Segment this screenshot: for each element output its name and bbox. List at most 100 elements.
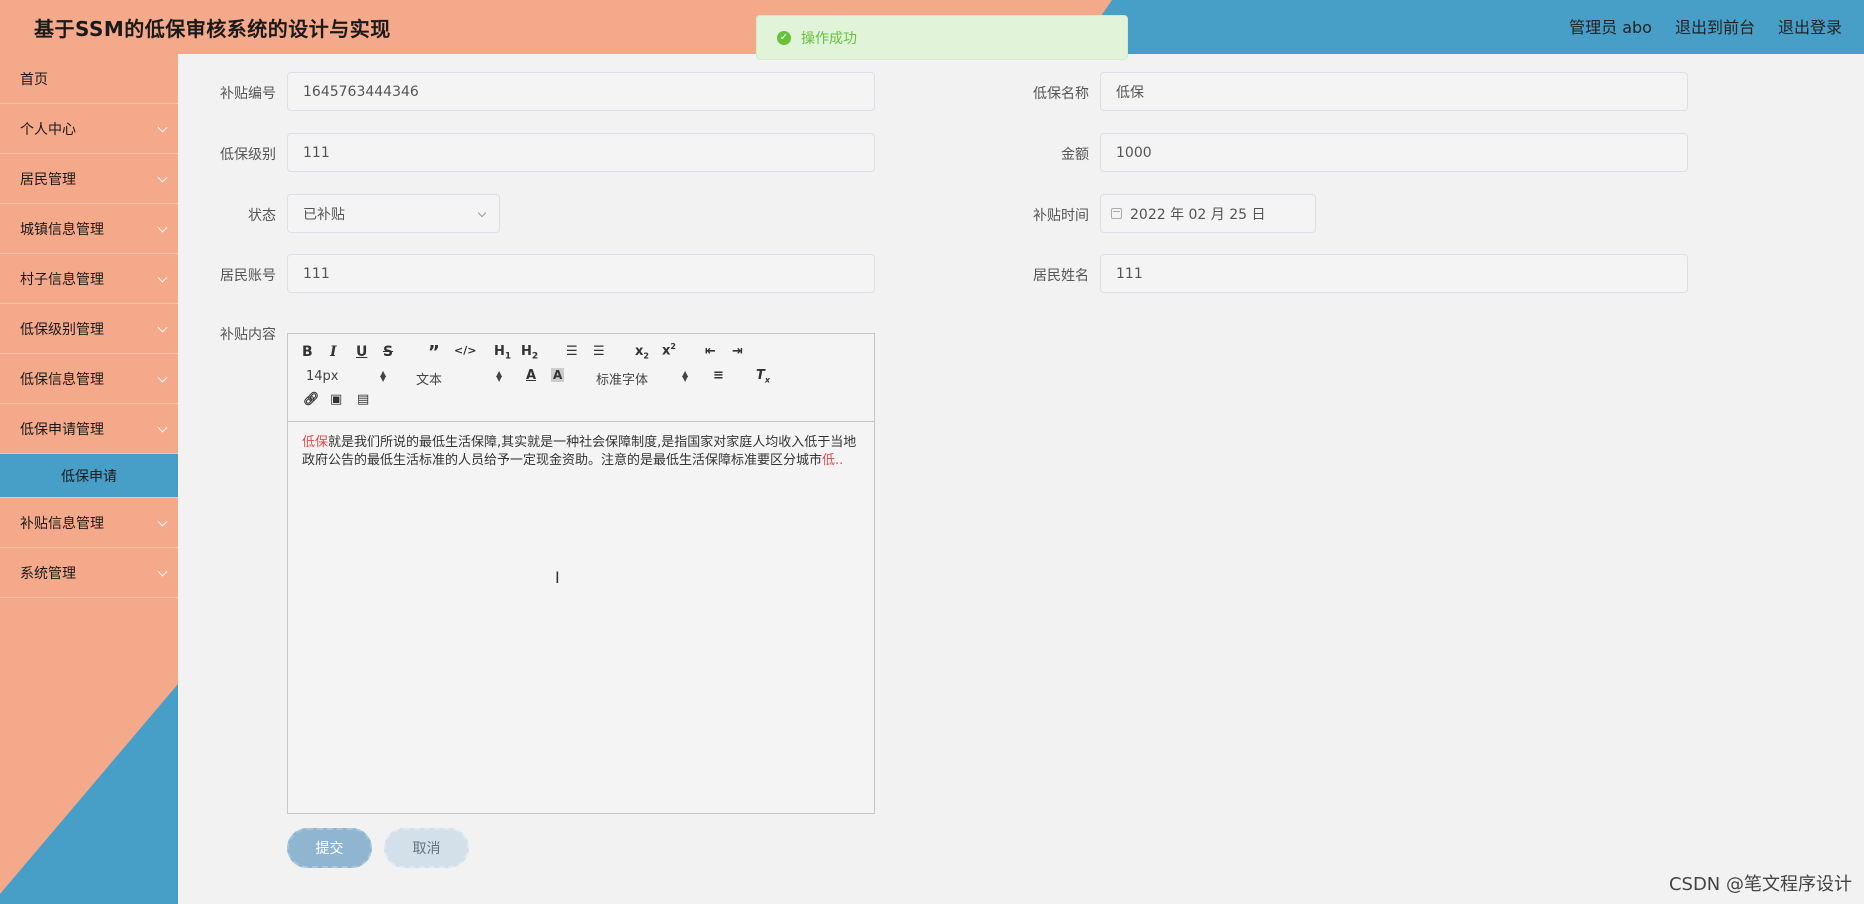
chevron-down-icon <box>157 222 168 233</box>
sidebar: 首页 个人中心 居民管理 城镇信息管理 村子信息管理 低保级别管理 低保信息管理… <box>0 54 178 904</box>
header-actions: 管理员 abo 退出到前台 退出登录 <box>1569 14 1842 38</box>
superscript-icon[interactable]: x2 <box>662 342 676 358</box>
editor-text-highlight-start: 低保 <box>302 435 329 450</box>
link-icon[interactable]: 🔗︎ <box>303 392 320 407</box>
resident-name-input[interactable]: 111 <box>1100 254 1688 293</box>
chevron-down-icon <box>157 422 168 433</box>
sidebar-item-subsidy-info[interactable]: 补贴信息管理 <box>0 498 178 548</box>
sidebar-item-villages[interactable]: 村子信息管理 <box>0 254 178 304</box>
resident-account-input[interactable]: 111 <box>287 254 875 293</box>
bullet-list-icon[interactable]: ☰ <box>593 344 605 359</box>
resident-account-label: 居民账号 <box>220 268 276 284</box>
rich-text-editor: B I U S ” </> H1 H2 ☰ ☰ x2 x2 ⇤ ⇥ 14px ▲ ▼… <box>287 333 875 814</box>
subsidy-time-value: 2022 年 02 月 25 日 <box>1130 206 1266 223</box>
font-family-value: 标准字体 <box>596 373 649 388</box>
sidebar-item-dibao-application[interactable]: 低保申请管理 <box>0 404 178 454</box>
admin-user-label: 管理员 abo <box>1569 18 1652 37</box>
sidebar-item-label: 系统管理 <box>20 565 76 582</box>
sidebar-item-label: 低保级别管理 <box>20 321 104 338</box>
amount-input[interactable]: 1000 <box>1100 133 1688 172</box>
align-icon[interactable]: ≡ <box>713 368 724 383</box>
underline-icon[interactable]: U <box>356 344 367 360</box>
outdent-icon[interactable]: ⇤ <box>705 344 716 359</box>
editor-content[interactable]: 低保就是我们所说的最低生活保障,其实就是一种社会保障制度,是指国家对家庭人均收入… <box>288 422 874 482</box>
calendar-icon <box>1111 208 1122 219</box>
heading1-icon[interactable]: H1 <box>494 344 511 362</box>
background-color-icon[interactable]: A <box>551 368 565 382</box>
logout-link[interactable]: 退出登录 <box>1778 14 1842 38</box>
sidebar-item-towns[interactable]: 城镇信息管理 <box>0 204 178 254</box>
sidebar-item-label: 居民管理 <box>20 171 76 188</box>
csdn-watermark: CSDN @笔文程序设计 <box>1668 874 1852 895</box>
font-family-select[interactable]: 标准字体 ▲ ▼ <box>596 369 689 389</box>
sidebar-item-label: 个人中心 <box>20 121 76 138</box>
status-select[interactable]: 已补贴 <box>287 194 500 233</box>
sidebar-menu: 首页 个人中心 居民管理 城镇信息管理 村子信息管理 低保级别管理 低保信息管理… <box>0 54 178 598</box>
bold-icon[interactable]: B <box>302 344 313 360</box>
cancel-button[interactable]: 取消 <box>384 828 469 868</box>
exit-to-front-link[interactable]: 退出到前台 <box>1675 14 1755 38</box>
clear-format-icon[interactable]: Tx <box>756 368 770 385</box>
strikethrough-icon[interactable]: S <box>383 344 393 360</box>
success-toast: ✓ 操作成功 <box>756 15 1128 60</box>
sidebar-item-system[interactable]: 系统管理 <box>0 548 178 598</box>
dibao-level-label: 低保级别 <box>220 147 276 163</box>
sidebar-item-residents[interactable]: 居民管理 <box>0 154 178 204</box>
resident-name-label: 居民姓名 <box>1033 268 1089 284</box>
italic-icon[interactable]: I <box>330 344 337 360</box>
up-down-arrows-icon: ▲ ▼ <box>682 369 689 383</box>
text-cursor-icon: I <box>555 568 560 587</box>
font-size-select[interactable]: 14px ▲ ▼ <box>306 369 386 384</box>
sidebar-item-label: 首页 <box>20 71 48 88</box>
sidebar-item-personal-center[interactable]: 个人中心 <box>0 104 178 154</box>
editor-text-main: 就是我们所说的最低生活保障,其实就是一种社会保障制度,是指国家对家庭人均收入低于… <box>302 435 857 468</box>
subsidy-time-label: 补贴时间 <box>1033 208 1089 224</box>
amount-value: 1000 <box>1116 144 1152 161</box>
image-icon[interactable]: ▣ <box>330 392 342 407</box>
chevron-down-icon <box>157 122 168 133</box>
dibao-level-input[interactable]: 111 <box>287 133 875 172</box>
chevron-down-icon <box>157 372 168 383</box>
status-label: 状态 <box>248 208 276 224</box>
subsidy-no-label: 补贴编号 <box>220 86 276 102</box>
sidebar-item-dibao-level[interactable]: 低保级别管理 <box>0 304 178 354</box>
text-format-value: 文本 <box>416 373 443 388</box>
font-size-value: 14px <box>306 369 339 384</box>
sidebar-item-dibao-info[interactable]: 低保信息管理 <box>0 354 178 404</box>
chevron-down-icon <box>157 172 168 183</box>
sidebar-item-label: 低保申请管理 <box>20 421 104 438</box>
success-check-icon: ✓ <box>777 30 791 45</box>
sidebar-item-label: 补贴信息管理 <box>20 515 104 532</box>
video-icon[interactable]: ▤ <box>357 392 369 407</box>
text-format-select[interactable]: 文本 ▲ ▼ <box>416 369 502 389</box>
app-title: 基于SSM的低保审核系统的设计与实现 <box>34 17 391 41</box>
chevron-down-icon <box>477 208 487 218</box>
code-block-icon[interactable]: </> <box>454 344 476 357</box>
heading2-icon[interactable]: H2 <box>521 344 538 362</box>
ordered-list-icon[interactable]: ☰ <box>566 344 578 359</box>
amount-label: 金额 <box>1061 147 1089 163</box>
subscript-icon[interactable]: x2 <box>635 344 649 361</box>
chevron-down-icon <box>157 322 168 333</box>
sidebar-subitem-dibao-apply[interactable]: 低保申请 <box>0 454 178 498</box>
subsidy-no-value: 1645763444346 <box>303 83 419 100</box>
resident-account-value: 111 <box>303 265 330 282</box>
dibao-name-value: 低保 <box>1116 84 1144 101</box>
dibao-name-input[interactable]: 低保 <box>1100 72 1688 111</box>
sidebar-item-label: 村子信息管理 <box>20 271 104 288</box>
dibao-level-value: 111 <box>303 144 330 161</box>
indent-icon[interactable]: ⇥ <box>732 344 743 359</box>
subsidy-no-input[interactable]: 1645763444346 <box>287 72 875 111</box>
blockquote-icon[interactable]: ” <box>428 342 440 363</box>
sidebar-item-home[interactable]: 首页 <box>0 54 178 104</box>
subsidy-time-datepicker[interactable]: 2022 年 02 月 25 日 <box>1100 194 1316 233</box>
content-label: 补贴内容 <box>220 327 276 343</box>
chevron-down-icon <box>157 566 168 577</box>
up-down-arrows-icon: ▲ ▼ <box>380 369 387 383</box>
editor-toolbar: B I U S ” </> H1 H2 ☰ ☰ x2 x2 ⇤ ⇥ 14px ▲ ▼… <box>288 334 874 422</box>
resident-name-value: 111 <box>1116 265 1143 282</box>
submit-button[interactable]: 提交 <box>287 828 372 868</box>
font-color-icon[interactable]: A <box>526 368 536 383</box>
editor-text-highlight-end: 低.. <box>822 453 844 468</box>
sidebar-item-label: 城镇信息管理 <box>20 221 104 238</box>
